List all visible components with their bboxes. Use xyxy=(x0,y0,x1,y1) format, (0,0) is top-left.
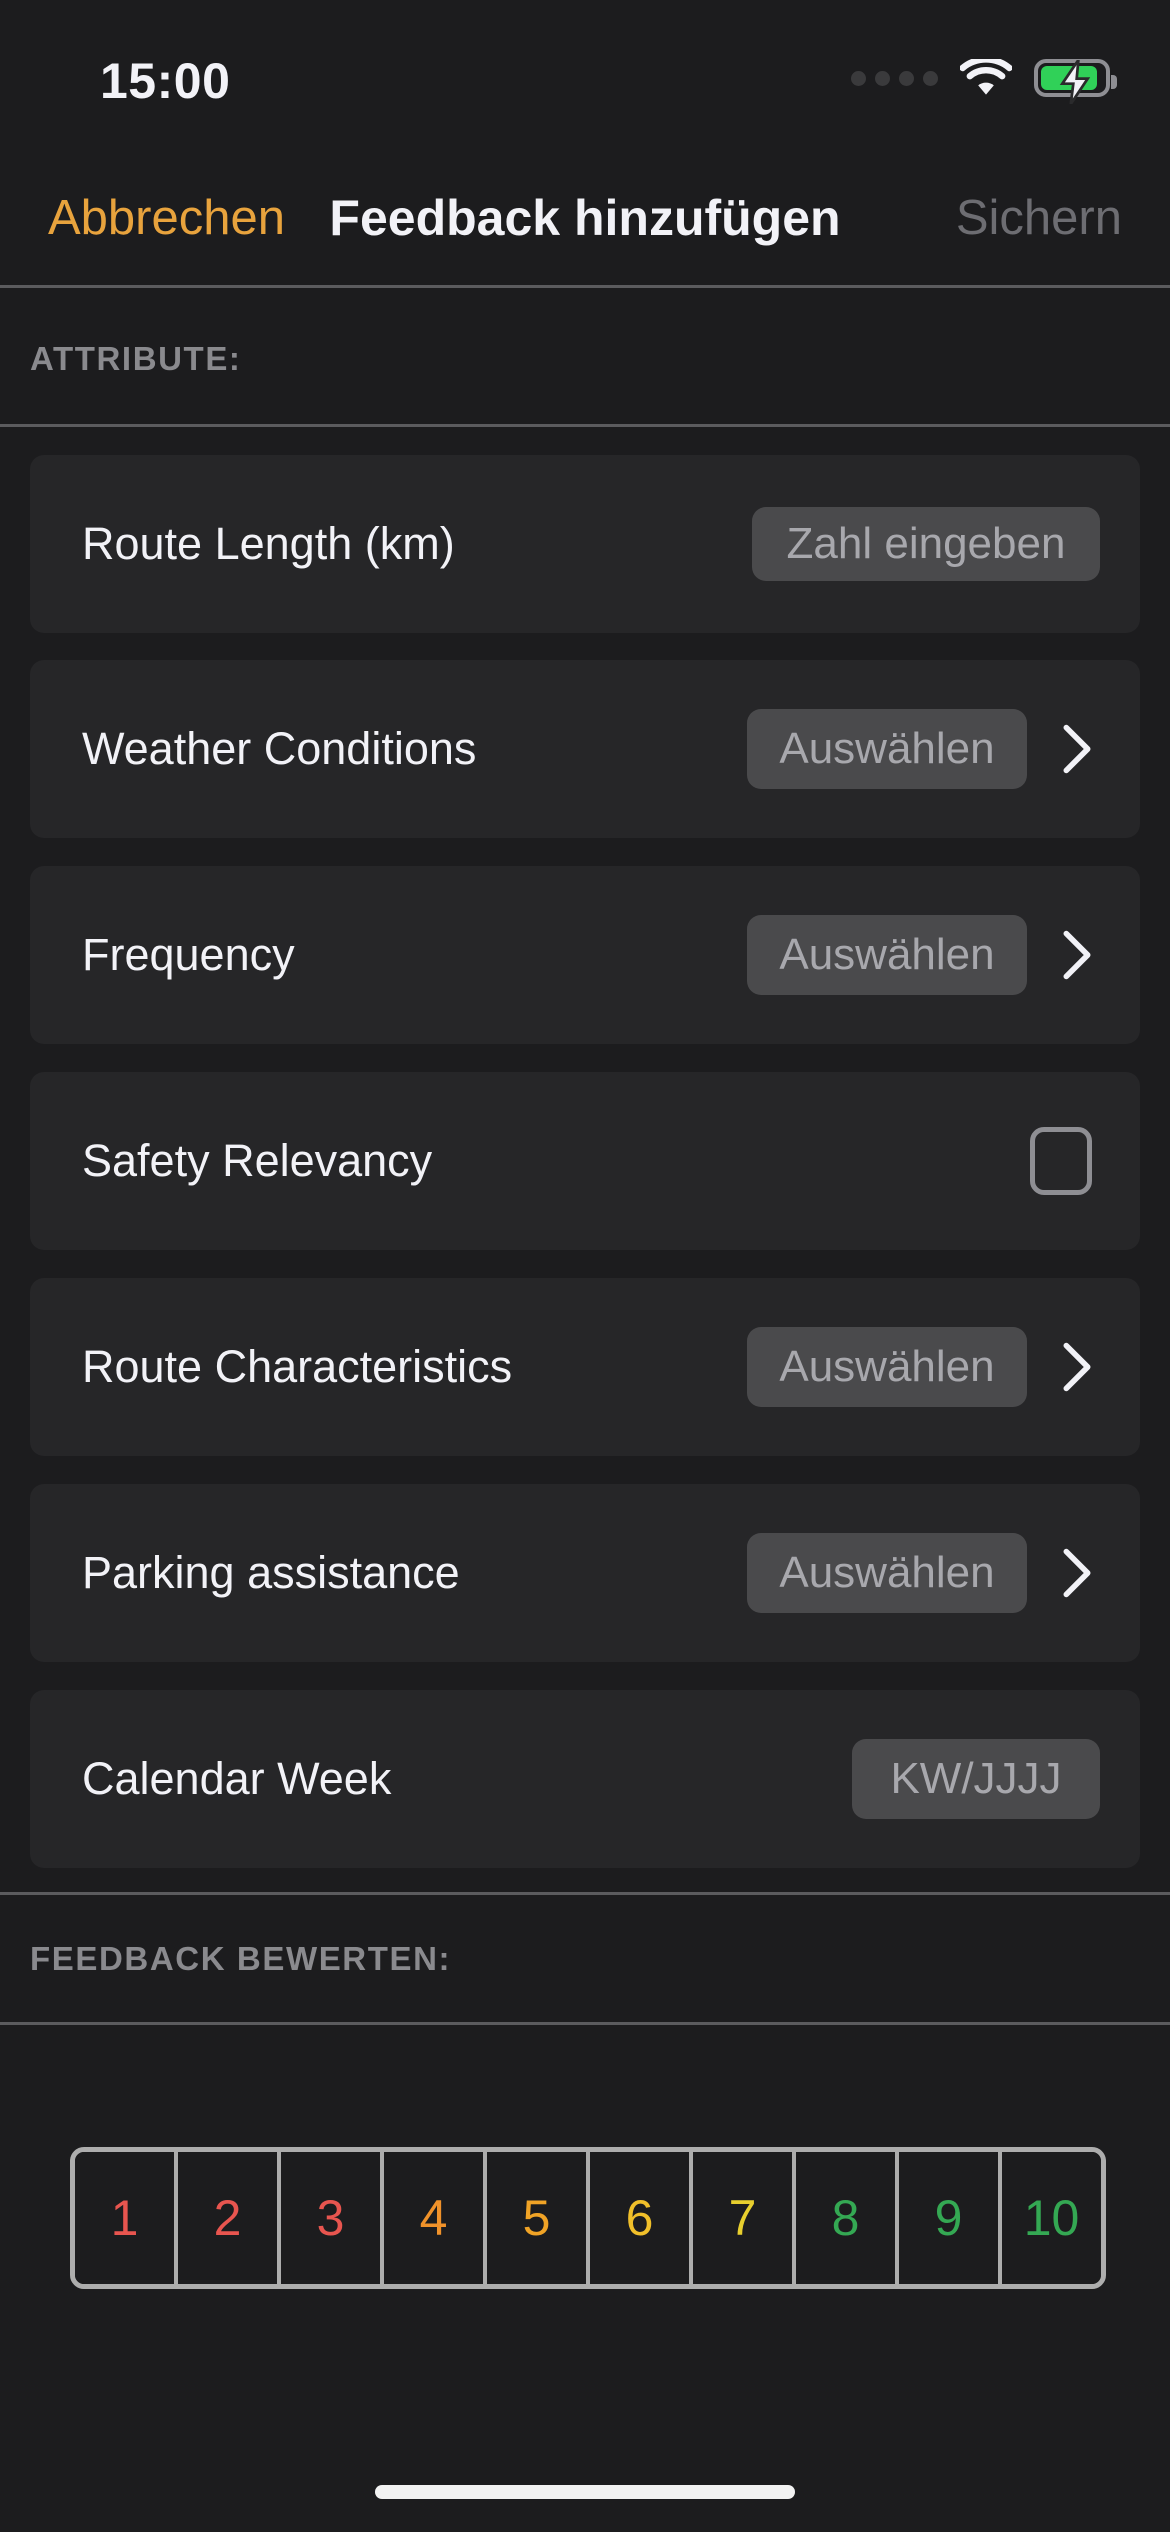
attribute-label: Route Length (km) xyxy=(82,518,455,569)
chevron-right-icon xyxy=(1063,1342,1091,1392)
attributes-section-divider xyxy=(0,424,1170,427)
wifi-icon xyxy=(960,59,1012,95)
route-characteristics-picker[interactable]: Auswählen xyxy=(747,1327,1027,1407)
rating-cell-1[interactable]: 1 xyxy=(75,2152,178,2284)
attributes-section-header: ATTRIBUTE: xyxy=(30,340,242,377)
attribute-label: Frequency xyxy=(82,929,295,980)
rating-cell-4[interactable]: 4 xyxy=(384,2152,487,2284)
weather-conditions-picker[interactable]: Auswählen xyxy=(747,709,1027,789)
parking-assistance-picker[interactable]: Auswählen xyxy=(747,1533,1027,1613)
chevron-right-icon xyxy=(1063,724,1091,774)
calendar-week-input[interactable]: KW/JJJJ xyxy=(852,1739,1100,1819)
rating-cell-3[interactable]: 3 xyxy=(281,2152,384,2284)
rating-cell-9[interactable]: 9 xyxy=(899,2152,1002,2284)
attribute-label: Weather Conditions xyxy=(82,723,477,774)
chevron-right-icon xyxy=(1063,1548,1091,1598)
save-button[interactable]: Sichern xyxy=(956,190,1122,246)
attribute-row-frequency[interactable]: Frequency Auswählen xyxy=(30,866,1140,1044)
app-screen: 15:00 Abbrechen Feedback hinzufügen Sich… xyxy=(0,0,1170,2532)
rating-cell-5[interactable]: 5 xyxy=(487,2152,590,2284)
status-bar: 15:00 xyxy=(0,0,1170,150)
attribute-label: Calendar Week xyxy=(82,1753,392,1804)
attribute-label: Route Characteristics xyxy=(82,1341,513,1392)
rating-section-top-divider xyxy=(0,1892,1170,1895)
attribute-row-parking-assistance[interactable]: Parking assistance Auswählen xyxy=(30,1484,1140,1662)
status-bar-time: 15:00 xyxy=(100,53,231,109)
rating-cell-10[interactable]: 10 xyxy=(1002,2152,1101,2284)
attribute-row-safety-relevancy[interactable]: Safety Relevancy xyxy=(30,1072,1140,1250)
attribute-label: Safety Relevancy xyxy=(82,1135,433,1186)
rating-section-header: FEEDBACK BEWERTEN: xyxy=(30,1940,452,1977)
home-indicator[interactable] xyxy=(375,2485,795,2499)
rating-cell-7[interactable]: 7 xyxy=(693,2152,796,2284)
attribute-row-route-characteristics[interactable]: Route Characteristics Auswählen xyxy=(30,1278,1140,1456)
attribute-row-weather-conditions[interactable]: Weather Conditions Auswählen xyxy=(30,660,1140,838)
attribute-row-calendar-week[interactable]: Calendar Week KW/JJJJ xyxy=(30,1690,1140,1868)
rating-cell-6[interactable]: 6 xyxy=(590,2152,693,2284)
battery-charging-icon xyxy=(1034,59,1117,104)
feedback-rating-scale[interactable]: 1 2 3 4 5 6 7 8 9 10 xyxy=(70,2147,1106,2289)
attribute-label: Parking assistance xyxy=(82,1547,460,1598)
attribute-row-route-length[interactable]: Route Length (km) Zahl eingeben xyxy=(30,455,1140,633)
rating-cell-2[interactable]: 2 xyxy=(178,2152,281,2284)
status-bar-indicators xyxy=(851,56,1117,104)
rating-section-bottom-divider xyxy=(0,2022,1170,2025)
safety-relevancy-checkbox[interactable] xyxy=(1030,1127,1092,1195)
chevron-right-icon xyxy=(1063,930,1091,980)
navigation-bar: Abbrechen Feedback hinzufügen Sichern xyxy=(0,150,1170,285)
navbar-divider xyxy=(0,285,1170,288)
frequency-picker[interactable]: Auswählen xyxy=(747,915,1027,995)
route-length-input[interactable]: Zahl eingeben xyxy=(752,507,1100,581)
signal-dots-icon xyxy=(851,70,938,86)
rating-cell-8[interactable]: 8 xyxy=(796,2152,899,2284)
